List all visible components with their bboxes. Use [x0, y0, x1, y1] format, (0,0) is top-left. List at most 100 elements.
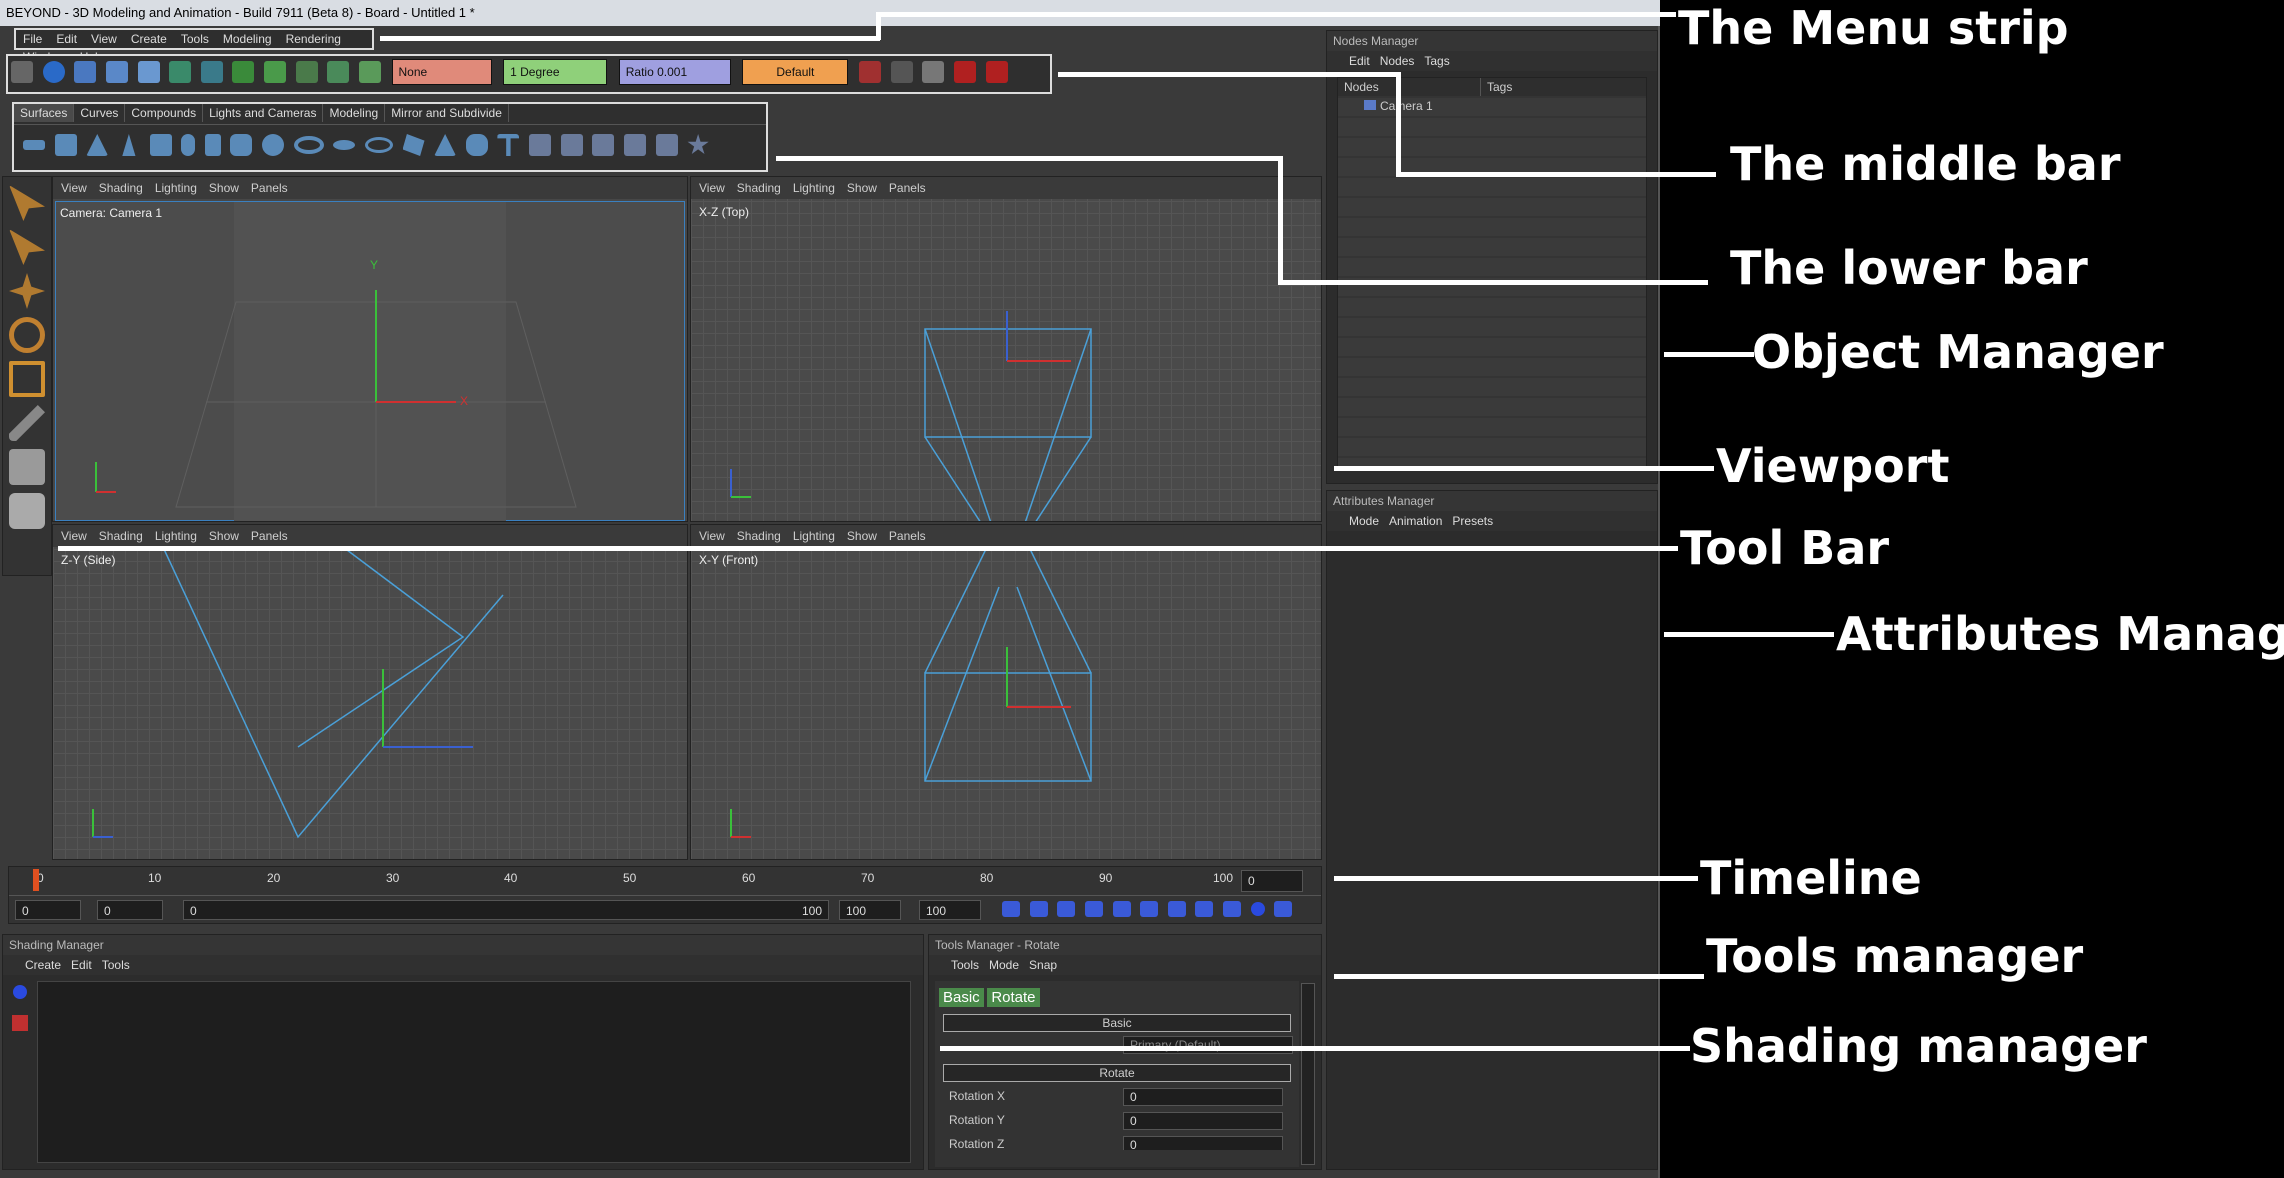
ratio-dropdown[interactable]: Ratio 0.001: [618, 59, 731, 85]
vp-menu-view[interactable]: View: [61, 181, 87, 195]
console-icon[interactable]: [922, 61, 945, 83]
oil-tank-icon[interactable]: [230, 134, 253, 156]
cone-icon[interactable]: [122, 134, 136, 156]
cube-icon[interactable]: [54, 134, 77, 156]
tab-curves[interactable]: Curves: [74, 104, 126, 122]
pyramid-icon[interactable]: [86, 134, 109, 156]
sphere-icon[interactable]: [42, 61, 65, 83]
vp-menu-shading[interactable]: Shading: [99, 529, 143, 543]
slab-icon[interactable]: [560, 134, 583, 156]
go-to-end-icon[interactable]: [1195, 900, 1214, 917]
texture-icon[interactable]: [12, 1015, 28, 1031]
select-arrow-icon[interactable]: [9, 185, 45, 221]
vp-menu-view[interactable]: View: [61, 529, 87, 543]
plane-icon[interactable]: [23, 140, 45, 150]
cylinder-icon[interactable]: [149, 134, 172, 156]
move-icon[interactable]: [9, 273, 45, 309]
menu-edit[interactable]: Edit: [49, 30, 84, 48]
column-tags[interactable]: Tags: [1481, 80, 1512, 94]
timeline-ruler[interactable]: 0 10 20 30 40 50 60 70 80 90 100 0: [9, 867, 1321, 896]
menu-nodes[interactable]: Nodes: [1380, 54, 1415, 68]
rotate-icon[interactable]: [9, 317, 45, 353]
object-mode-icon[interactable]: [9, 449, 45, 485]
polygon-mode-icon[interactable]: [9, 493, 45, 529]
section-basic[interactable]: Basic: [943, 1014, 1291, 1032]
rotation-y-field[interactable]: 0: [1123, 1112, 1283, 1130]
snap-mode-dropdown[interactable]: None: [391, 59, 492, 85]
viewport-top[interactable]: View Shading Lighting Show Panels X-Z (Top): [690, 176, 1322, 522]
playhead[interactable]: [33, 869, 39, 891]
menu-edit[interactable]: Edit: [71, 958, 92, 972]
material-icon[interactable]: [13, 985, 27, 999]
axis-icon[interactable]: [169, 61, 192, 83]
vp-menu-lighting[interactable]: Lighting: [155, 529, 197, 543]
section-rotate[interactable]: Rotate: [943, 1064, 1291, 1082]
box-icon[interactable]: [529, 134, 551, 156]
tube-icon[interactable]: [204, 134, 221, 156]
menu-mode[interactable]: Mode: [1349, 514, 1379, 528]
next-key-icon[interactable]: [1167, 900, 1186, 917]
menu-modeling[interactable]: Modeling: [216, 30, 279, 48]
vp-menu-lighting[interactable]: Lighting: [155, 181, 197, 195]
current-frame-field[interactable]: 0: [1241, 870, 1303, 892]
preview-end-field[interactable]: 100: [919, 900, 981, 920]
record-key-icon[interactable]: [1250, 901, 1265, 916]
tab-rotate[interactable]: Rotate: [987, 988, 1040, 1007]
record-all-icon[interactable]: [985, 61, 1008, 83]
vp-menu-view[interactable]: View: [699, 181, 725, 195]
menu-tags[interactable]: Tags: [1424, 54, 1449, 68]
timeline[interactable]: 0 10 20 30 40 50 60 70 80 90 100 0 0 0 0…: [8, 866, 1322, 924]
prism-icon[interactable]: [402, 134, 425, 156]
mode-dropdown[interactable]: Primary (Default): [1123, 1036, 1293, 1054]
rotation-x-field[interactable]: 0: [1123, 1088, 1283, 1106]
grid-icon[interactable]: [11, 61, 33, 83]
vp-menu-lighting[interactable]: Lighting: [793, 529, 835, 543]
viewport-side[interactable]: View Shading Lighting Show Panels Z-Y (Side): [52, 524, 688, 860]
undo-icon[interactable]: [859, 61, 881, 83]
capsule-icon[interactable]: [181, 134, 196, 156]
vp-menu-show[interactable]: Show: [847, 181, 877, 195]
snap-edge-icon[interactable]: [264, 61, 286, 83]
select-region-icon[interactable]: [9, 229, 45, 265]
menu-tools[interactable]: Tools: [102, 958, 130, 972]
bolt-icon[interactable]: [623, 134, 646, 156]
menu-edit[interactable]: Edit: [1349, 54, 1370, 68]
preview-start-field[interactable]: 0: [97, 900, 163, 920]
tab-mirror-subdivide[interactable]: Mirror and Subdivide: [385, 104, 509, 122]
rotation-z-field[interactable]: 0: [1123, 1136, 1283, 1150]
layout-dropdown[interactable]: Default: [742, 59, 849, 85]
star-icon[interactable]: [687, 134, 709, 155]
sound-icon[interactable]: [1274, 900, 1293, 917]
vp-menu-panels[interactable]: Panels: [251, 529, 288, 543]
text-icon[interactable]: [497, 134, 520, 156]
menu-presets[interactable]: Presets: [1452, 514, 1493, 528]
redo-icon[interactable]: [890, 61, 913, 83]
snap-grid-icon[interactable]: [358, 61, 381, 83]
end-frame-field[interactable]: 100: [839, 900, 901, 920]
next-frame-icon[interactable]: [1140, 900, 1159, 917]
menu-animation[interactable]: Animation: [1389, 514, 1442, 528]
tab-compounds[interactable]: Compounds: [125, 104, 204, 122]
scrollbar[interactable]: [1301, 983, 1315, 1165]
vp-menu-show[interactable]: Show: [209, 181, 239, 195]
play-back-icon[interactable]: [1084, 900, 1103, 917]
snap-point-icon[interactable]: [327, 61, 350, 83]
viewport-front[interactable]: View Shading Lighting Show Panels X-Y (Front…: [690, 524, 1322, 860]
menu-tools[interactable]: Tools: [174, 30, 216, 48]
vp-menu-shading[interactable]: Shading: [99, 181, 143, 195]
ring-icon[interactable]: [364, 137, 393, 153]
scale-icon[interactable]: [9, 361, 45, 397]
start-frame-field[interactable]: 0: [15, 900, 81, 920]
column-nodes[interactable]: Nodes: [1338, 78, 1481, 96]
snap-icon[interactable]: [232, 61, 255, 83]
disc-icon[interactable]: [333, 140, 356, 150]
vp-menu-panels[interactable]: Panels: [251, 181, 288, 195]
hex-icon[interactable]: [655, 134, 678, 156]
menu-create[interactable]: Create: [124, 30, 174, 48]
vp-menu-shading[interactable]: Shading: [737, 181, 781, 195]
local-axis-icon[interactable]: [200, 61, 223, 83]
menu-create[interactable]: Create: [25, 958, 61, 972]
vp-menu-show[interactable]: Show: [209, 529, 239, 543]
tab-lights-cameras[interactable]: Lights and Cameras: [203, 104, 324, 122]
cup-icon[interactable]: [592, 134, 615, 156]
